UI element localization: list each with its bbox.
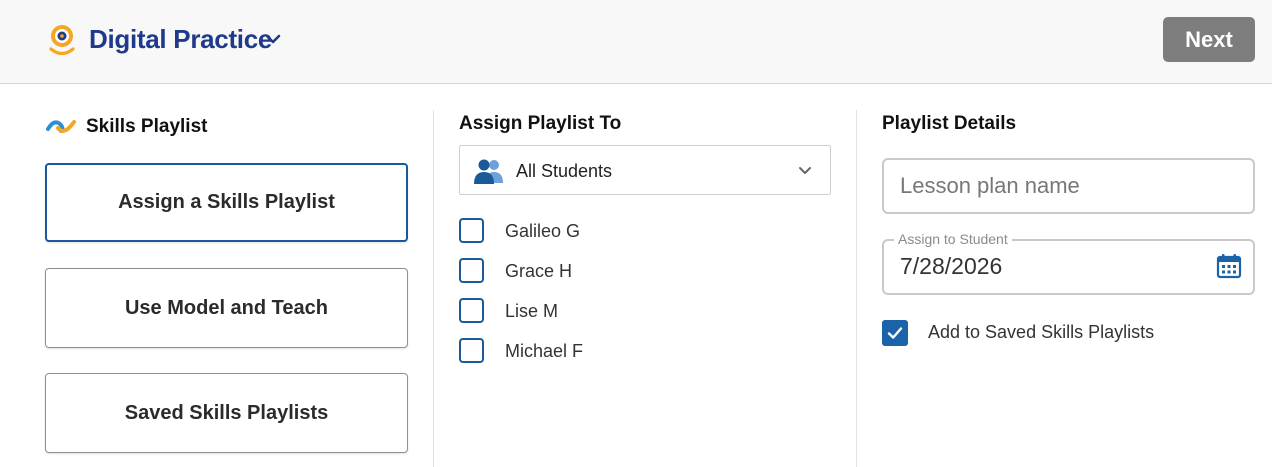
- skills-playlist-logo-icon: [46, 120, 76, 133]
- student-checkbox[interactable]: [459, 298, 484, 323]
- student-name: Grace H: [505, 261, 573, 281]
- saved-skills-playlists-label: Saved Skills Playlists: [124, 401, 329, 424]
- column-divider: [433, 110, 434, 467]
- lesson-plan-name-input[interactable]: [884, 160, 1253, 212]
- student-name: Galileo G: [505, 221, 581, 241]
- use-model-and-teach-button[interactable]: Use Model and Teach: [45, 268, 408, 348]
- chevron-down-icon[interactable]: [264, 32, 282, 46]
- digital-practice-logo-icon: [49, 25, 75, 56]
- save-playlist-label: Add to Saved Skills Playlists: [928, 322, 1155, 342]
- assign-date-label: Assign to Student: [894, 231, 1012, 247]
- people-icon: [474, 159, 503, 184]
- checkmark-icon: [887, 327, 903, 339]
- assign-skills-playlist-label: Assign a Skills Playlist: [118, 191, 335, 213]
- calendar-icon[interactable]: [1216, 253, 1242, 279]
- assign-skills-playlist-button[interactable]: Assign a Skills Playlist: [45, 163, 408, 242]
- saved-skills-playlists-button[interactable]: Saved Skills Playlists: [45, 373, 408, 453]
- student-name: Michael F: [505, 341, 584, 361]
- student-checkbox[interactable]: [459, 338, 484, 363]
- assign-playlist-to-heading: Assign Playlist To: [459, 113, 622, 134]
- column-divider: [856, 110, 857, 467]
- save-playlist-checkbox[interactable]: [882, 320, 908, 346]
- chevron-down-icon: [799, 167, 811, 174]
- use-model-and-teach-label: Use Model and Teach: [124, 296, 328, 319]
- assign-date-value[interactable]: 7/28/2026: [900, 253, 1002, 280]
- student-checkbox[interactable]: [459, 258, 484, 283]
- playlist-details-heading: Playlist Details: [882, 113, 1017, 134]
- lesson-plan-field: [882, 158, 1255, 214]
- next-button[interactable]: Next: [1163, 17, 1255, 62]
- top-bar: Digital Practice Next: [0, 0, 1272, 84]
- student-name: Lise M: [505, 301, 559, 321]
- student-checkbox[interactable]: [459, 218, 484, 243]
- skills-playlist-heading: Skills Playlist: [86, 116, 208, 137]
- assign-date-field[interactable]: Assign to Student 7/28/2026: [882, 231, 1255, 295]
- student-group-select[interactable]: All Students: [459, 145, 831, 195]
- select-value: All Students: [516, 161, 613, 181]
- app-title[interactable]: Digital Practice: [89, 24, 272, 55]
